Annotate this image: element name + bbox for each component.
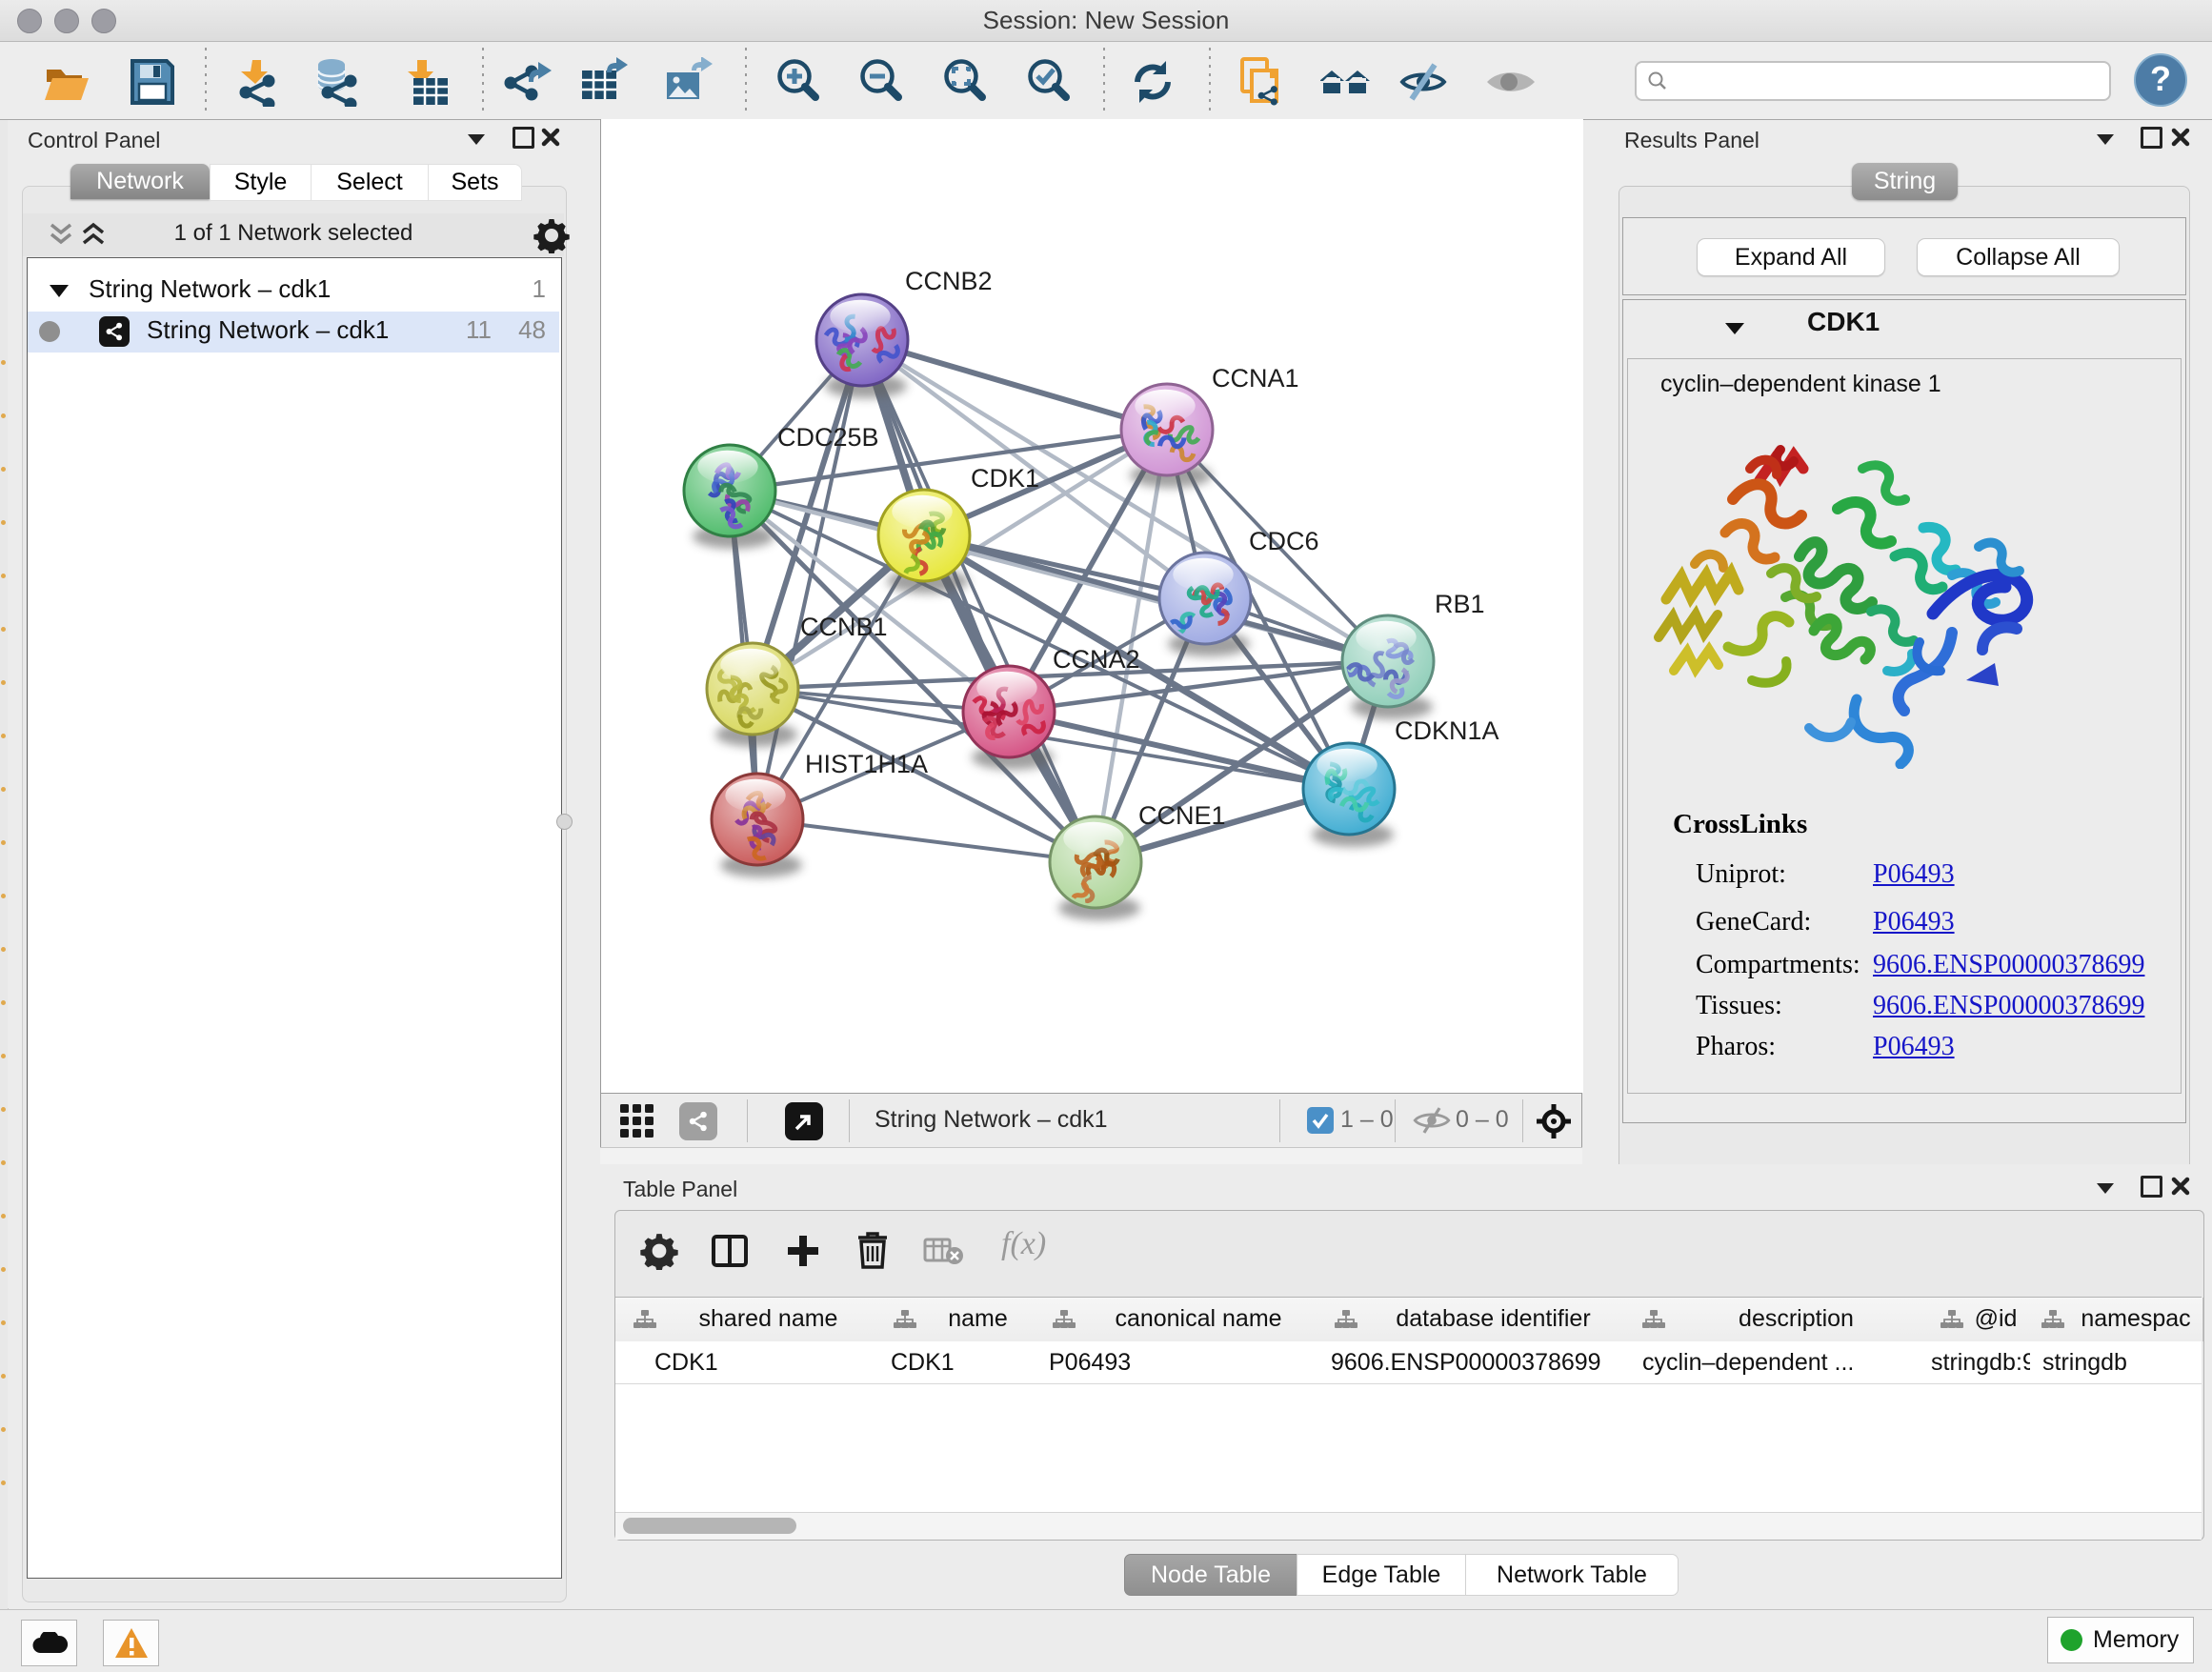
svg-text:CCNB2: CCNB2 (905, 267, 993, 295)
svg-text:HIST1H1A: HIST1H1A (805, 750, 928, 778)
svg-text:CDC6: CDC6 (1249, 527, 1319, 555)
svg-text:CCNE1: CCNE1 (1138, 801, 1226, 830)
svg-text:CDKN1A: CDKN1A (1395, 716, 1499, 745)
svg-text:CDC25B: CDC25B (777, 423, 879, 452)
svg-text:CCNA2: CCNA2 (1053, 645, 1140, 674)
svg-text:CCNB1: CCNB1 (800, 613, 888, 641)
svg-text:CCNA1: CCNA1 (1212, 364, 1299, 393)
svg-text:CDK1: CDK1 (971, 464, 1039, 493)
svg-text:RB1: RB1 (1435, 590, 1485, 618)
